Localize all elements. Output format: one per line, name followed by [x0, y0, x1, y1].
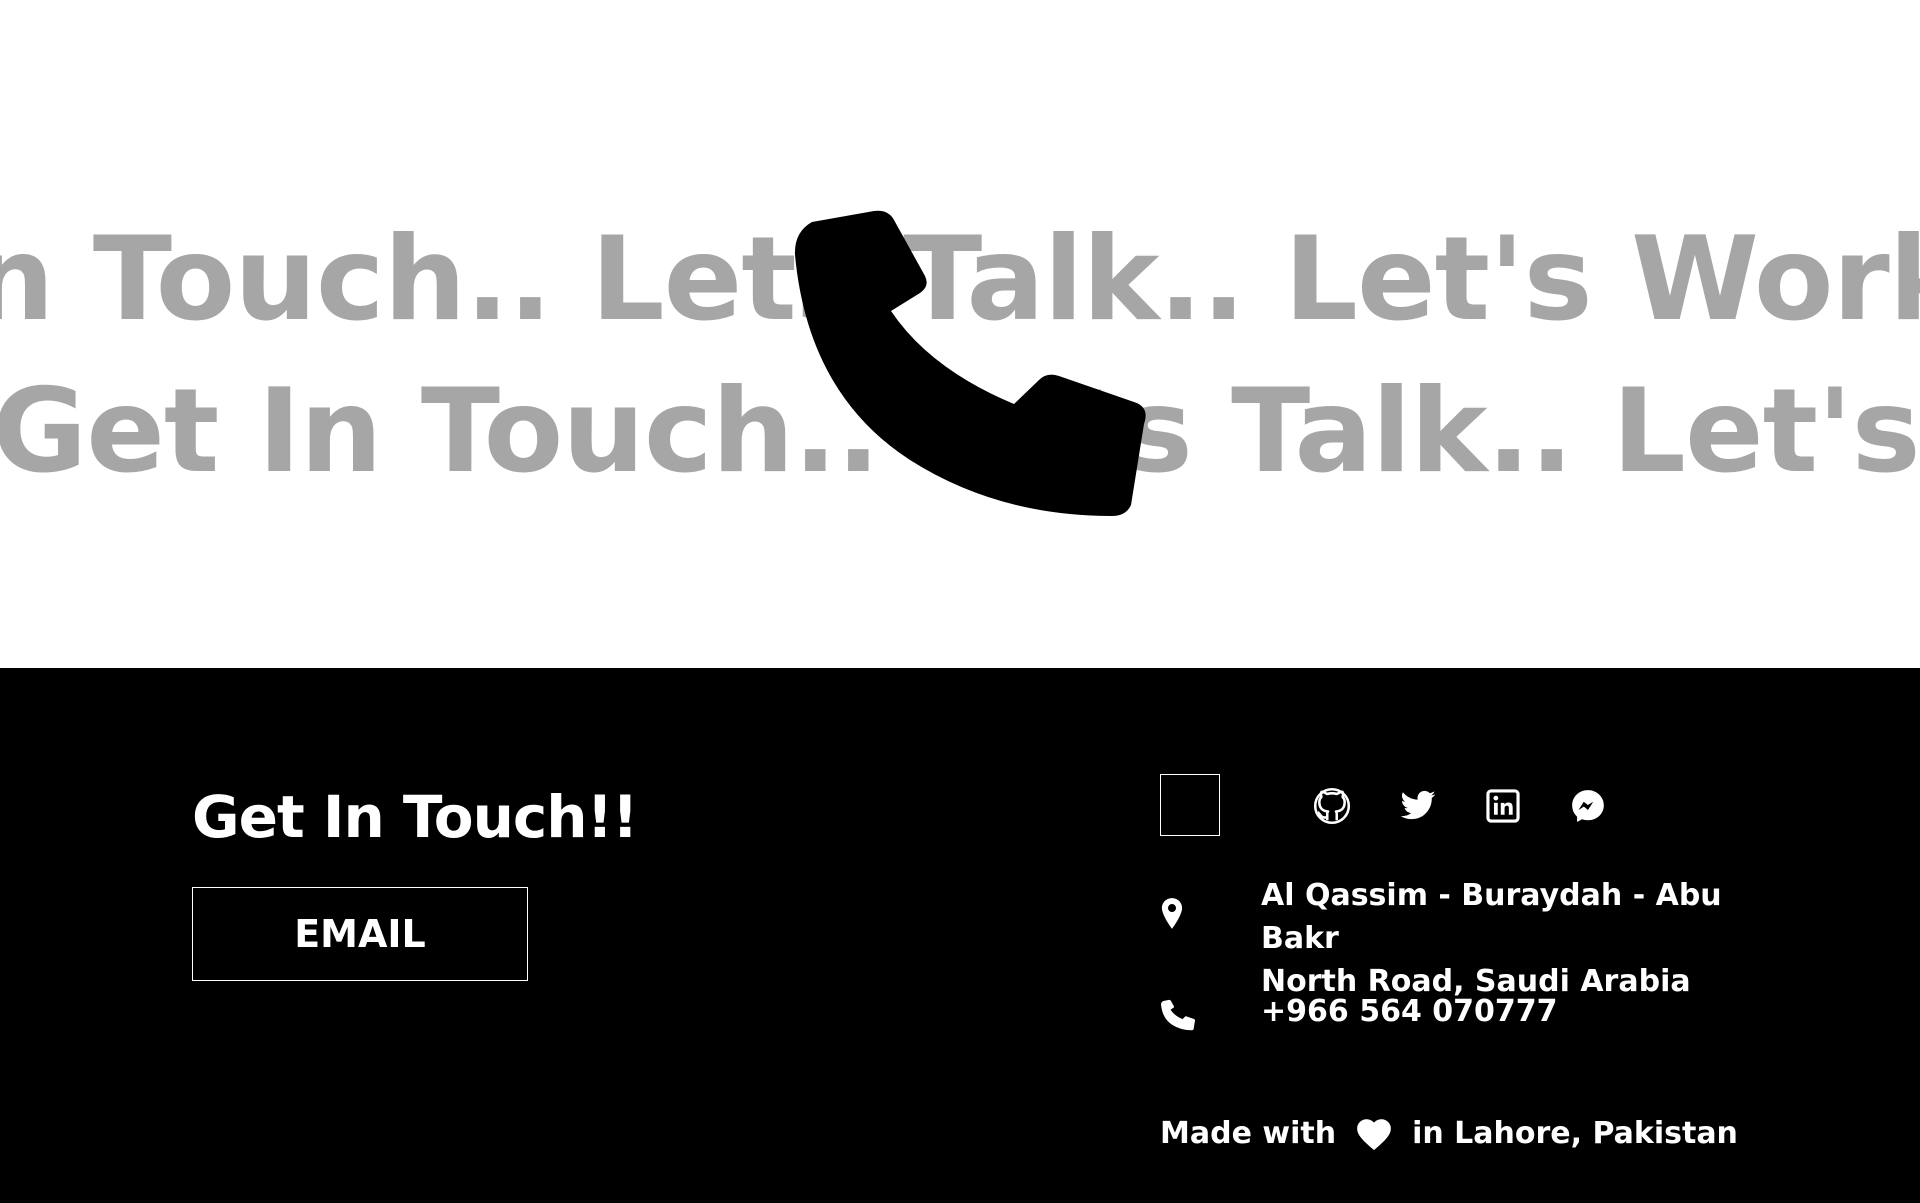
- location-pin-icon: [1152, 894, 1192, 934]
- linkedin-icon: [1486, 789, 1520, 823]
- messenger-icon: [1572, 790, 1604, 822]
- github-icon: [1313, 787, 1351, 825]
- hero-section: Get In Touch.. Lets Talk.. Let's Work To…: [0, 0, 1920, 668]
- made-with-prefix: Made with: [1160, 1115, 1337, 1151]
- phone-icon: [794, 210, 1146, 516]
- linkedin-link[interactable]: [1483, 786, 1523, 826]
- twitter-link[interactable]: [1398, 786, 1438, 826]
- address-line-1: Al Qassim - Buraydah - Abu Bakr: [1261, 878, 1722, 956]
- logo-placeholder[interactable]: [1160, 774, 1220, 836]
- made-with-suffix: in Lahore, Pakistan: [1412, 1115, 1738, 1151]
- email-button[interactable]: EMAIL: [192, 887, 528, 981]
- phone-small-icon: [1157, 996, 1197, 1036]
- footer-title: Get In Touch!!: [192, 783, 638, 851]
- made-with-credit: Made with in Lahore, Pakistan: [1160, 1115, 1738, 1151]
- twitter-icon: [1400, 790, 1436, 820]
- heart-icon: [1354, 1115, 1394, 1151]
- address: Al Qassim - Buraydah - Abu Bakr North Ro…: [1261, 874, 1781, 1003]
- github-link[interactable]: [1312, 786, 1352, 826]
- footer: Get In Touch!! EMAIL Al Qassim - Burayda…: [0, 668, 1920, 1203]
- messenger-link[interactable]: [1568, 786, 1608, 826]
- phone-number[interactable]: +966 564 070777: [1261, 994, 1558, 1029]
